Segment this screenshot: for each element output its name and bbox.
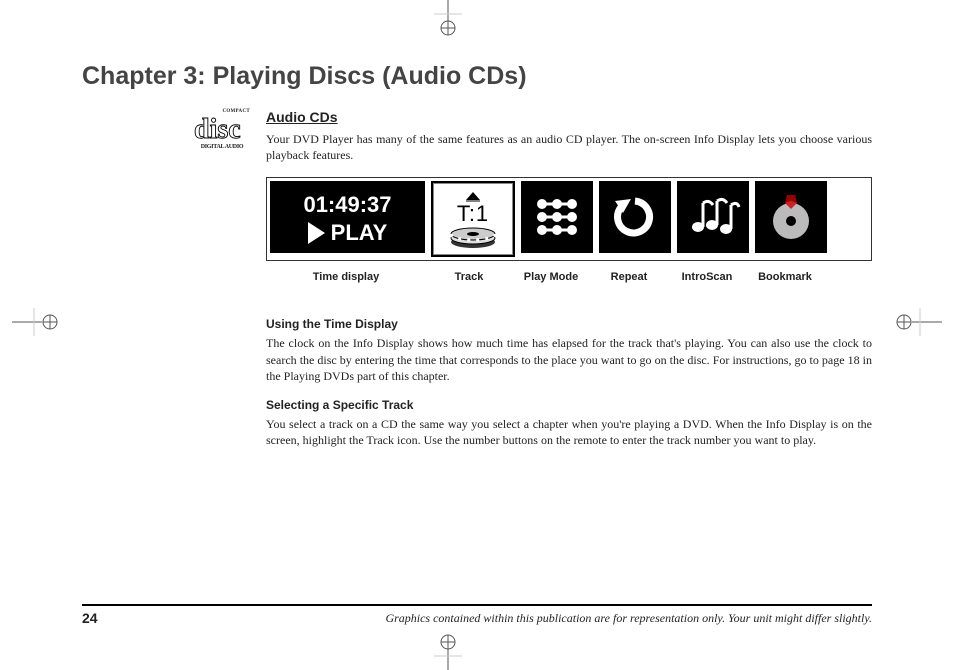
tile-repeat <box>599 181 671 253</box>
page-number: 24 <box>82 610 98 626</box>
tile-bookmark <box>755 181 827 253</box>
label-track: Track <box>426 271 512 283</box>
footer-note: Graphics contained within this publicati… <box>300 611 872 626</box>
label-time: Time display <box>266 271 426 283</box>
tile-track: T:1 <box>431 181 515 257</box>
subheading-time-display: Using the Time Display <box>266 317 872 331</box>
section-title: Audio CDs <box>266 109 872 125</box>
subheading-specific-track: Selecting a Specific Track <box>266 398 872 412</box>
repeat-icon <box>609 193 661 241</box>
crop-mark-left <box>12 302 64 342</box>
tile-time-display: 01:49:37 PLAY <box>270 181 425 253</box>
play-icon <box>308 222 325 244</box>
compact-disc-logo: COMPACT disc DIGITAL AUDIO <box>192 109 252 150</box>
paragraph-time-display: The clock on the Info Display shows how … <box>266 335 872 384</box>
tile-play-mode <box>521 181 593 253</box>
label-playmode: Play Mode <box>512 271 590 283</box>
play-mode-icon <box>532 194 582 240</box>
crop-mark-right <box>890 302 942 342</box>
disc-stack-icon <box>445 224 501 250</box>
disc-logo-icon: disc <box>192 114 252 142</box>
crop-mark-bottom <box>428 630 468 670</box>
crop-mark-top <box>428 0 468 40</box>
footer-rule <box>82 604 872 606</box>
chapter-title: Chapter 3: Playing Discs (Audio CDs) <box>82 62 872 91</box>
info-display-strip: 01:49:37 PLAY T:1 <box>266 177 872 261</box>
labels-row: Time display Track Play Mode Repeat Intr… <box>266 271 872 283</box>
label-repeat: Repeat <box>590 271 668 283</box>
paragraph-specific-track: You select a track on a CD the same way … <box>266 416 872 448</box>
bookmark-disc-icon <box>763 191 819 243</box>
label-introscan: IntroScan <box>668 271 746 283</box>
logo-digital-audio: DIGITAL AUDIO <box>192 144 252 150</box>
elapsed-time: 01:49:37 <box>303 192 391 218</box>
play-label: PLAY <box>331 220 388 246</box>
label-bookmark: Bookmark <box>746 271 824 283</box>
tile-introscan <box>677 181 749 253</box>
music-notes-icon <box>685 193 741 241</box>
svg-text:disc: disc <box>194 114 241 142</box>
intro-paragraph: Your DVD Player has many of the same fea… <box>266 131 872 163</box>
